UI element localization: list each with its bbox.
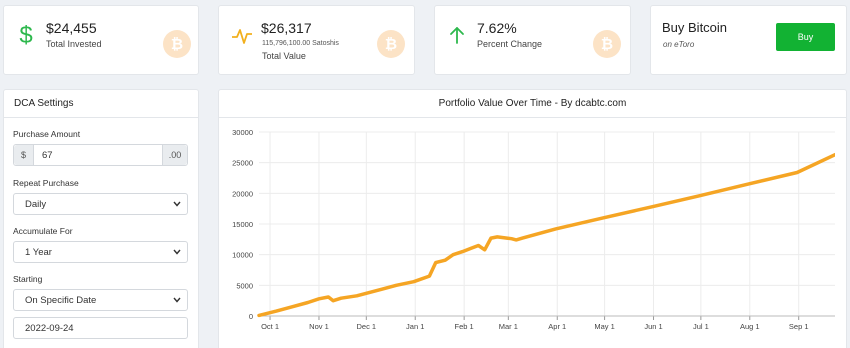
total-invested-label: Total Invested (46, 39, 102, 49)
bitcoin-icon: ₿ (593, 30, 621, 58)
total-value-value: $26,317 (261, 20, 312, 36)
x-tick-label: Apr 1 (548, 322, 566, 331)
x-tick-label: Feb 1 (455, 322, 474, 331)
x-tick-label: Jan 1 (406, 322, 424, 331)
x-tick-label: Dec 1 (357, 322, 377, 331)
accumulate-for-value: 1 Year (25, 247, 52, 258)
bitcoin-icon: ₿ (377, 30, 405, 58)
starting-select[interactable]: On Specific Date (13, 289, 188, 311)
accumulate-for-select[interactable]: 1 Year (13, 241, 188, 263)
y-tick-label: 15000 (232, 220, 253, 229)
x-tick-label: Nov 1 (309, 322, 329, 331)
dollar-icon: $ (19, 22, 32, 49)
y-tick-label: 10000 (232, 251, 253, 260)
percent-change-label: Percent Change (477, 39, 543, 49)
cents-suffix: .00 (162, 145, 187, 165)
total-invested-card: $ $24,455 Total Invested ₿ (3, 5, 199, 75)
portfolio-value-chart: 0 5000 10000 15000 20000 25000 30000 Oct 1 Nov … (232, 128, 835, 331)
percent-change-card: 7.62% Percent Change ₿ (434, 5, 631, 75)
currency-prefix: $ (14, 145, 34, 165)
purchase-amount-label: Purchase Amount (13, 129, 81, 139)
chart-title: Portfolio Value Over Time - By dcabtc.co… (438, 98, 627, 109)
x-tick-label: Jul 1 (693, 322, 709, 331)
arrow-up-icon (450, 27, 464, 44)
repeat-purchase-value: Daily (25, 199, 47, 210)
y-tick-label: 0 (249, 312, 253, 321)
pulse-icon (232, 29, 252, 44)
starting-value: On Specific Date (25, 295, 97, 306)
start-date-input[interactable]: 2022-09-24 (13, 317, 188, 339)
buy-bitcoin-title: Buy Bitcoin (662, 20, 728, 35)
y-tick-label: 5000 (236, 281, 253, 290)
starting-label: Starting (13, 274, 43, 284)
y-tick-label: 25000 (232, 159, 253, 168)
chevron-down-icon (173, 201, 181, 207)
percent-change-value: 7.62% (477, 20, 517, 36)
portfolio-value-line (257, 152, 835, 318)
accumulate-for-label: Accumulate For (13, 226, 73, 236)
start-date-value: 2022-09-24 (25, 323, 74, 334)
x-tick-label: May 1 (594, 322, 614, 331)
x-tick-label: Jun 1 (644, 322, 662, 331)
chevron-down-icon (173, 249, 181, 255)
total-value-card: $26,317 115,796,100.00 Satoshis Total Va… (218, 5, 415, 75)
repeat-purchase-select[interactable]: Daily (13, 193, 188, 215)
y-tick-label: 20000 (232, 189, 253, 198)
repeat-purchase-label: Repeat Purchase (13, 178, 79, 188)
x-tick-label: Sep 1 (789, 322, 809, 331)
svg-text:$: $ (19, 22, 32, 49)
dca-settings-title: DCA Settings (14, 98, 74, 109)
total-invested-value: $24,455 (46, 20, 97, 36)
x-tick-label: Oct 1 (261, 322, 279, 331)
purchase-amount-group: $ 67 .00 (13, 144, 188, 166)
y-tick-label: 30000 (232, 128, 253, 137)
x-tick-label: Aug 1 (740, 322, 760, 331)
satoshis-value: 115,796,100.00 Satoshis (262, 40, 339, 47)
bitcoin-icon: ₿ (163, 30, 191, 58)
total-value-label: Total Value (262, 51, 306, 61)
purchase-amount-input[interactable]: 67 (42, 150, 53, 161)
x-tick-label: Mar 1 (499, 322, 518, 331)
buy-bitcoin-subtitle: on eToro (663, 40, 695, 49)
divider (219, 117, 846, 118)
divider (4, 117, 198, 118)
chevron-down-icon (173, 297, 181, 303)
buy-button[interactable]: Buy (776, 23, 835, 51)
